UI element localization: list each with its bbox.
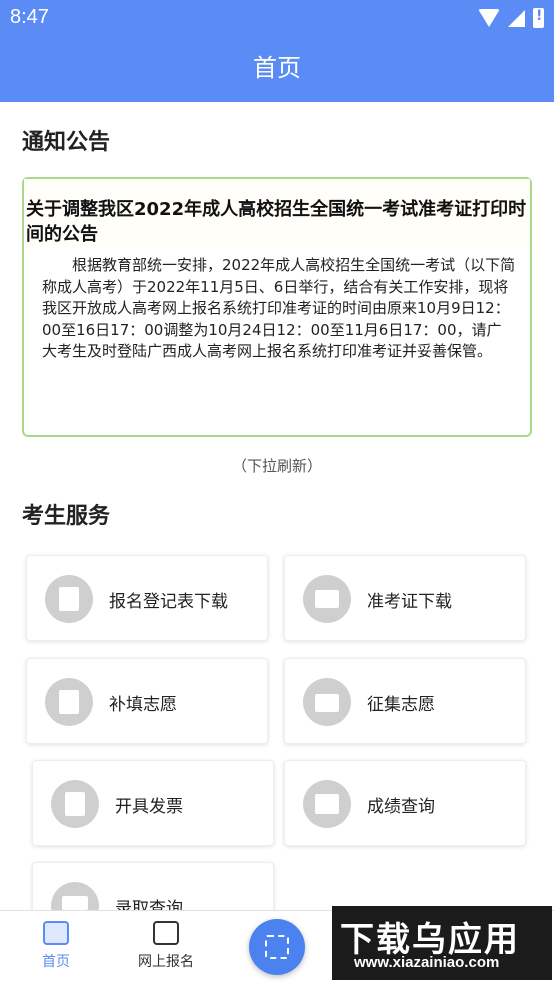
service-label: 补填志愿 bbox=[109, 695, 177, 715]
scan-icon bbox=[265, 935, 289, 959]
notice-card[interactable]: 关于调整我区2022年成人高校招生全国统一考试准考证打印时间的公告 根据教育部统… bbox=[22, 177, 532, 437]
app-header: 首页 bbox=[0, 36, 554, 102]
wifi-icon bbox=[478, 9, 500, 27]
nav-label: 首页 bbox=[42, 954, 70, 970]
service-registration-form-download[interactable]: 报名登记表下载 bbox=[26, 555, 268, 641]
service-admission-ticket-download[interactable]: 准考证下载 bbox=[284, 555, 526, 641]
services-section-title: 考生服务 bbox=[22, 504, 111, 529]
nav-item-online-registration[interactable]: 网上报名 bbox=[126, 921, 206, 971]
receipt-icon bbox=[51, 780, 99, 828]
service-supplementary-application[interactable]: 补填志愿 bbox=[26, 658, 268, 744]
notice-heading: 关于调整我区2022年成人高校招生全国统一考试准考证打印时间的公告 bbox=[24, 179, 530, 247]
service-label: 报名登记表下载 bbox=[109, 592, 228, 612]
id-card-icon bbox=[303, 575, 351, 623]
watermark: 下载乌应用 www.xiazainiao.com bbox=[332, 906, 552, 980]
status-bar: 8:47 bbox=[0, 0, 554, 36]
service-label: 征集志愿 bbox=[367, 695, 435, 715]
book-icon bbox=[303, 780, 351, 828]
scan-button[interactable] bbox=[249, 919, 305, 975]
home-icon bbox=[43, 921, 69, 945]
nav-label: 网上报名 bbox=[138, 954, 194, 970]
signal-icon bbox=[508, 9, 525, 27]
battery-icon bbox=[533, 8, 544, 28]
service-solicited-application[interactable]: 征集志愿 bbox=[284, 658, 526, 744]
pull-refresh-hint: （下拉刷新） bbox=[231, 457, 322, 475]
page-title: 首页 bbox=[253, 55, 301, 82]
status-icons bbox=[478, 8, 544, 28]
document-icon bbox=[45, 678, 93, 726]
calendar-icon bbox=[153, 921, 179, 945]
service-issue-invoice[interactable]: 开具发票 bbox=[32, 760, 274, 846]
nav-item-home[interactable]: 首页 bbox=[16, 921, 96, 971]
service-label: 成绩查询 bbox=[367, 797, 435, 817]
envelope-icon bbox=[303, 678, 351, 726]
service-label: 准考证下载 bbox=[367, 592, 452, 612]
form-download-icon bbox=[45, 575, 93, 623]
notice-section-title: 通知公告 bbox=[22, 130, 111, 155]
watermark-url: www.xiazainiao.com bbox=[354, 954, 500, 971]
notice-body: 根据教育部统一安排，2022年成人高校招生全国统一考试（以下简称成人高考）于20… bbox=[42, 256, 516, 361]
service-score-inquiry[interactable]: 成绩查询 bbox=[284, 760, 526, 846]
status-time: 8:47 bbox=[10, 6, 49, 28]
service-label: 开具发票 bbox=[115, 797, 183, 817]
